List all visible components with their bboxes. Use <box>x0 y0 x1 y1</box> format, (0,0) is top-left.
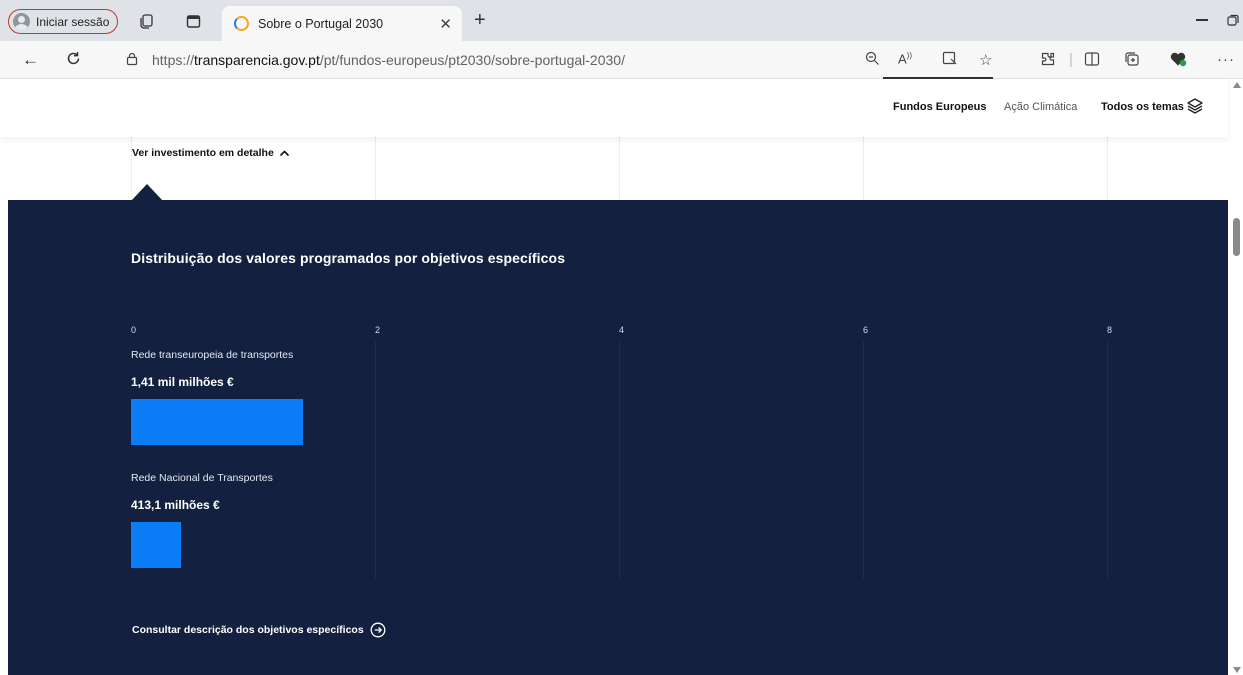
column-divider <box>375 137 376 200</box>
minimize-icon[interactable] <box>1196 19 1208 21</box>
scroll-down-arrow-icon[interactable] <box>1233 667 1241 673</box>
collections-icon[interactable] <box>1124 51 1140 71</box>
nav-acao-climatica[interactable]: Ação Climática <box>1004 101 1077 113</box>
grid-line <box>1107 340 1108 580</box>
site-favicon-icon <box>234 16 249 31</box>
tab-bar: Iniciar sessão Sobre o Portugal 2030 ✕ + <box>0 0 1243 41</box>
tab-actions-icon[interactable] <box>136 11 156 31</box>
toolbar-separator: | <box>1069 51 1073 68</box>
refresh-icon[interactable] <box>65 50 82 72</box>
extensions-icon[interactable] <box>1040 51 1056 71</box>
column-divider <box>619 137 620 200</box>
profile-label: Iniciar sessão <box>36 14 110 29</box>
new-tab-icon[interactable]: + <box>474 9 486 32</box>
nav-fundos-europeus[interactable]: Fundos Europeus <box>893 101 987 113</box>
browser-window: Iniciar sessão Sobre o Portugal 2030 ✕ +… <box>0 0 1243 675</box>
chart-title: Distribuição dos valores programados por… <box>131 250 566 266</box>
grid-line <box>863 340 864 580</box>
data-value-label: 413,1 milhões € <box>131 498 220 512</box>
grid-line <box>375 340 376 580</box>
consult-objectives-link[interactable]: Consultar descrição dos objetivos especí… <box>132 622 386 638</box>
column-divider <box>1107 137 1108 200</box>
zoom-icon[interactable] <box>865 51 880 70</box>
x-tick-label: 8 <box>1107 325 1113 335</box>
url-prefix: https:// <box>152 52 195 68</box>
column-divider <box>863 137 864 200</box>
bar[interactable] <box>131 399 303 445</box>
category-label: Rede Nacional de Transportes <box>131 472 273 484</box>
site-header: Fundos Europeus Ação Climática Todos os … <box>0 79 1228 137</box>
x-tick-label: 2 <box>375 325 381 335</box>
nav-todos-os-temas[interactable]: Todos os temas <box>1101 101 1184 113</box>
url-domain: transparencia.gov.pt <box>194 52 320 68</box>
arrow-right-circle-icon <box>370 622 386 638</box>
navigation-bar: ← https://transparencia.gov.pt/pt/fundos… <box>0 41 1243 79</box>
x-tick-label: 4 <box>619 325 625 335</box>
url-path: /pt/fundos-europeus/pt2030/sobre-portuga… <box>319 52 625 68</box>
tab-title: Sobre o Portugal 2030 <box>258 16 384 31</box>
favorite-star-icon[interactable]: ☆ <box>979 51 992 69</box>
data-value-label: 1,41 mil milhões € <box>131 375 234 389</box>
address-bar[interactable]: https://transparencia.gov.pt/pt/fundos-e… <box>110 45 870 75</box>
more-options-icon[interactable]: ··· <box>1217 51 1235 68</box>
avatar-icon <box>13 13 30 30</box>
consult-link-label: Consultar descrição dos objetivos especí… <box>132 624 364 636</box>
browser-essentials-icon[interactable] <box>1169 51 1187 71</box>
panel-pointer <box>131 184 163 201</box>
layers-icon[interactable] <box>1186 97 1204 120</box>
x-tick-label: 0 <box>131 325 137 335</box>
immersive-reader-icon[interactable] <box>942 51 958 70</box>
category-label: Rede transeuropeia de transportes <box>131 349 294 361</box>
read-aloud-icon[interactable]: A)) <box>898 51 912 66</box>
back-icon[interactable]: ← <box>22 50 39 70</box>
x-tick-label: 6 <box>863 325 869 335</box>
scroll-up-arrow-icon[interactable] <box>1233 82 1241 88</box>
toggle-investment-detail[interactable]: Ver investimento em detalhe <box>132 147 290 159</box>
site-info-icon[interactable] <box>126 52 138 69</box>
close-tab-icon[interactable]: ✕ <box>439 15 452 33</box>
vertical-tabs-icon[interactable] <box>183 11 203 31</box>
profile-button[interactable]: Iniciar sessão <box>8 9 119 34</box>
grid-line <box>619 340 620 580</box>
scrollbar-thumb[interactable] <box>1233 218 1240 256</box>
split-screen-icon[interactable] <box>1084 51 1100 71</box>
restore-icon[interactable] <box>1227 14 1239 29</box>
detail-toggle-label: Ver investimento em detalhe <box>132 147 274 159</box>
chevron-up-icon <box>279 150 289 157</box>
bar[interactable] <box>131 522 181 568</box>
page-scrollbar[interactable] <box>1228 79 1243 675</box>
tab-sobre-portugal-2030[interactable]: Sobre o Portugal 2030 ✕ <box>222 6 462 41</box>
